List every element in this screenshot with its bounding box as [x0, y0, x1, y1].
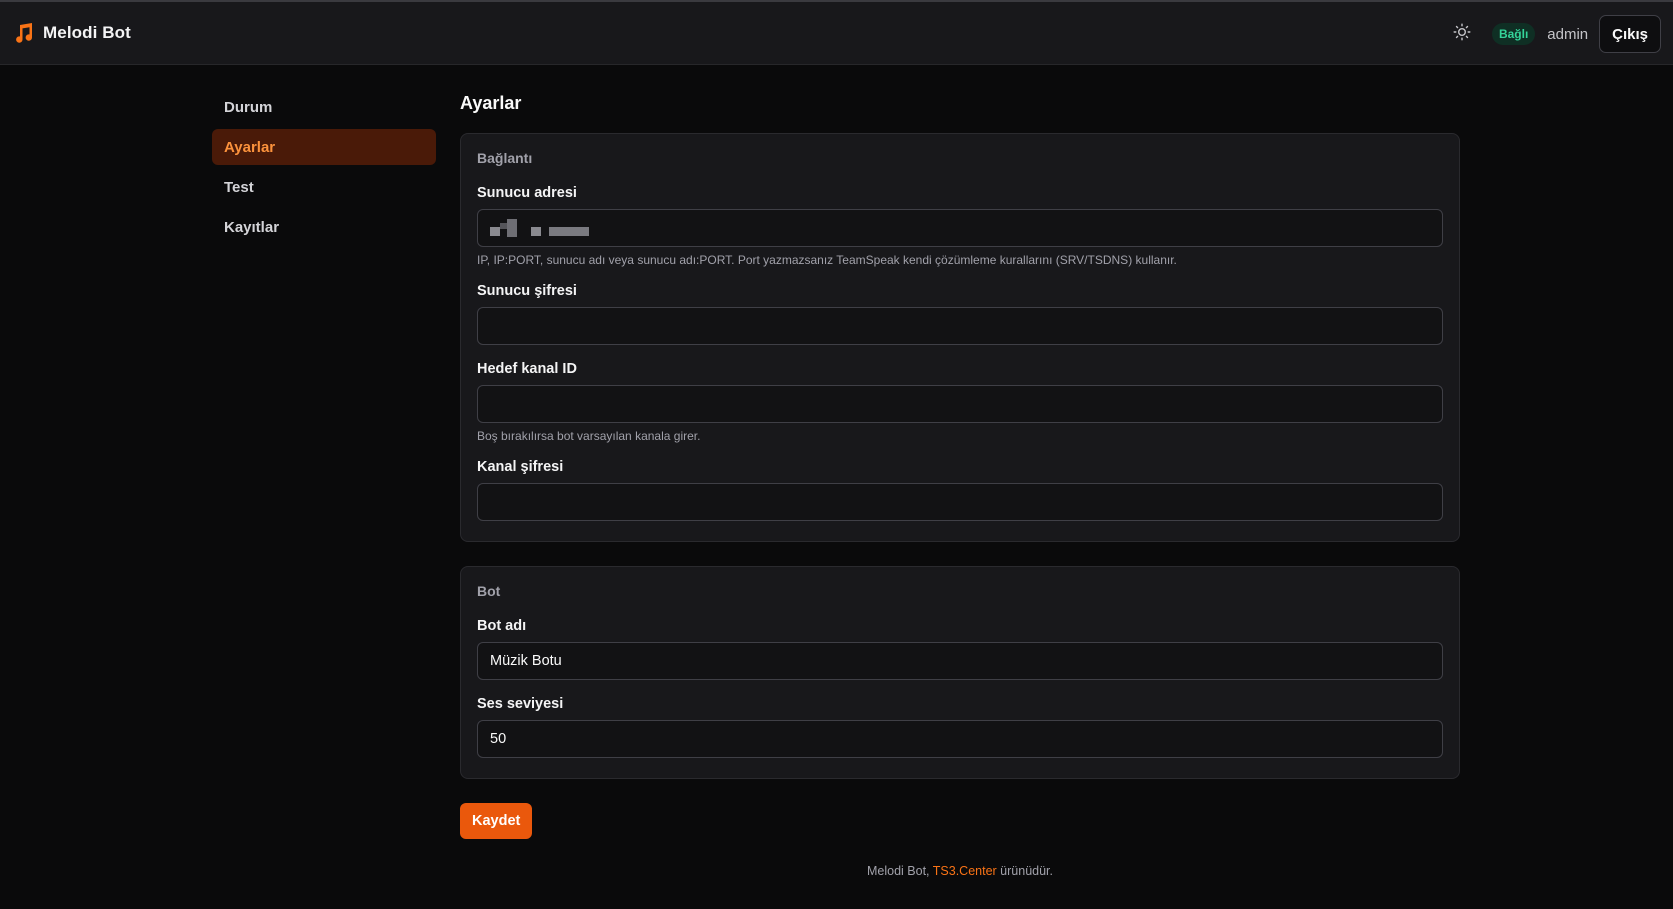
volume-label: Ses seviyesi [477, 696, 564, 712]
footer: Melodi Bot, TS3.Center ürünüdür. [460, 864, 1460, 878]
music-note-icon [14, 22, 34, 44]
channel-id-input[interactable] [477, 385, 1443, 423]
bot-card: Bot Bot adı Müzik Botu Ses seviyesi 50 [460, 566, 1460, 779]
channel-password-label: Kanal şifresi [477, 459, 564, 475]
server-address-field: Sunucu adresi IP, IP:PORT, sunucu adı ve… [477, 185, 1443, 267]
redacted-value [490, 219, 589, 237]
bot-name-input[interactable]: Müzik Botu [477, 642, 1443, 680]
bot-section-title: Bot [477, 583, 501, 599]
channel-id-label: Hedef kanal ID [477, 361, 577, 377]
connection-card: Bağlantı Sunucu adresi IP, IP:PORT, sunu… [460, 133, 1460, 542]
logout-button[interactable]: Çıkış [1599, 15, 1661, 53]
footer-suffix: ürünüdür. [996, 864, 1053, 878]
save-button[interactable]: Kaydet [460, 803, 533, 839]
sun-icon [1453, 23, 1471, 46]
server-password-label: Sunucu şifresi [477, 283, 577, 299]
main-content: Ayarlar Bağlantı Sunucu adresi IP, IP:PO… [460, 88, 1460, 839]
channel-password-input[interactable] [477, 483, 1443, 521]
server-password-field: Sunucu şifresi [477, 283, 1443, 345]
page-title: Ayarlar [460, 93, 522, 113]
footer-prefix: Melodi Bot, [867, 864, 933, 878]
server-address-hint: IP, IP:PORT, sunucu adı veya sunucu adı:… [477, 253, 1177, 267]
server-address-label: Sunucu adresi [477, 185, 577, 201]
top-bar: Melodi Bot Bağlı admin Çıkış [0, 0, 1673, 65]
sidebar: Durum Ayarlar Test Kayıtlar [212, 89, 436, 249]
username: admin [1547, 25, 1589, 43]
sidebar-item-durum[interactable]: Durum [212, 89, 436, 125]
connection-status-badge: Bağlı [1491, 23, 1536, 45]
volume-field: Ses seviyesi 50 [477, 696, 1443, 758]
server-password-input[interactable] [477, 307, 1443, 345]
channel-id-hint: Boş bırakılırsa bot varsayılan kanala gi… [477, 429, 701, 443]
server-address-input[interactable] [477, 209, 1443, 247]
brand[interactable]: Melodi Bot [14, 22, 131, 44]
channel-id-field: Hedef kanal ID Boş bırakılırsa bot varsa… [477, 361, 1443, 443]
sidebar-item-kayitlar[interactable]: Kayıtlar [212, 209, 436, 245]
bot-name-field: Bot adı Müzik Botu [477, 618, 1443, 680]
theme-toggle-button[interactable] [1446, 18, 1478, 50]
sidebar-item-ayarlar[interactable]: Ayarlar [212, 129, 436, 165]
header-actions: Bağlı admin Çıkış [1446, 15, 1661, 53]
connection-section-title: Bağlantı [477, 150, 533, 166]
footer-link[interactable]: TS3.Center [933, 864, 997, 878]
bot-name-label: Bot adı [477, 618, 527, 634]
channel-password-field: Kanal şifresi [477, 459, 1443, 521]
volume-input[interactable]: 50 [477, 720, 1443, 758]
brand-name: Melodi Bot [43, 23, 131, 42]
sidebar-item-test[interactable]: Test [212, 169, 436, 205]
